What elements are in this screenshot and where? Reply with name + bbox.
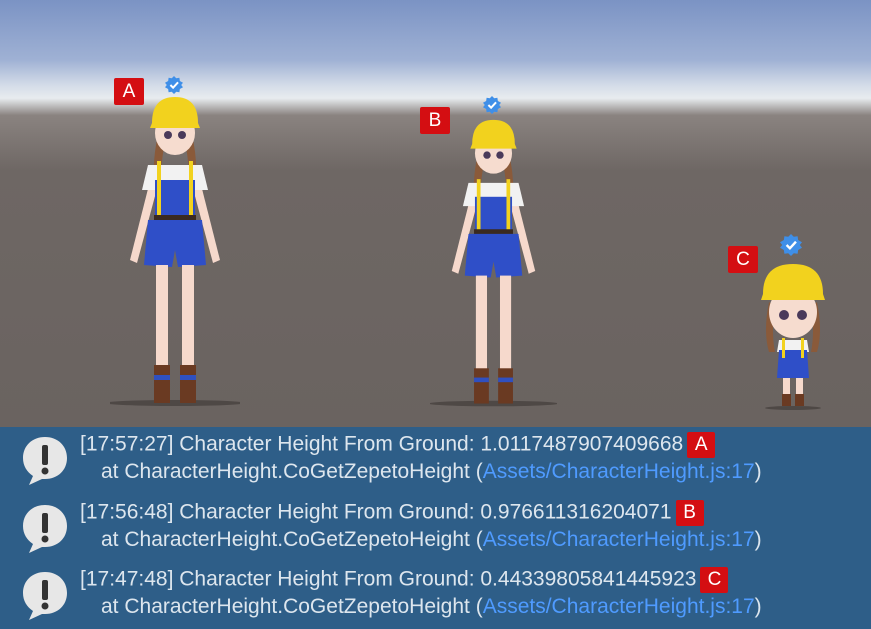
log-tag-c: C (700, 567, 729, 593)
console-log-entry[interactable]: [17:47:48] Character Height From Ground:… (0, 562, 871, 629)
scene-view[interactable]: A B C (0, 0, 871, 427)
log-time: [17:56:48] (80, 500, 174, 524)
trace-link[interactable]: Assets/CharacterHeight.js:17 (483, 460, 755, 483)
trace-prefix: at CharacterHeight.CoGetZepetoHeight ( (101, 528, 483, 551)
trace-suffix: ) (754, 595, 762, 618)
character-b[interactable] (430, 118, 557, 410)
trace-suffix: ) (754, 528, 762, 551)
console-log-entry[interactable]: [17:57:27] Character Height From Ground:… (0, 427, 871, 494)
log-trace: at CharacterHeight.CoGetZepetoHeight (As… (101, 460, 762, 484)
warning-speech-icon (23, 505, 67, 553)
console-log-entry[interactable]: [17:56:48] Character Height From Ground:… (0, 495, 871, 562)
log-time: [17:57:27] (80, 432, 174, 456)
log-text: Character Height From Ground: 1.01174879… (179, 432, 684, 456)
warning-speech-icon (23, 572, 67, 620)
trace-prefix: at CharacterHeight.CoGetZepetoHeight ( (101, 460, 483, 483)
warning-speech-icon (23, 437, 67, 485)
trace-link[interactable]: Assets/CharacterHeight.js:17 (483, 595, 755, 618)
log-message: [17:56:48] Character Height From Ground:… (80, 500, 704, 526)
log-time: [17:47:48] (80, 567, 174, 591)
trace-link[interactable]: Assets/CharacterHeight.js:17 (483, 528, 755, 551)
log-tag-b: B (675, 500, 704, 526)
log-text: Character Height From Ground: 0.97661131… (179, 500, 672, 524)
log-trace: at CharacterHeight.CoGetZepetoHeight (As… (101, 595, 762, 619)
check-badge-icon (165, 76, 183, 94)
trace-prefix: at CharacterHeight.CoGetZepetoHeight ( (101, 595, 483, 618)
trace-suffix: ) (754, 460, 762, 483)
character-c[interactable] (755, 262, 830, 412)
log-message: [17:57:27] Character Height From Ground:… (80, 432, 716, 458)
log-tag-a: A (687, 432, 716, 458)
log-trace: at CharacterHeight.CoGetZepetoHeight (As… (101, 528, 762, 552)
log-message: [17:47:48] Character Height From Ground:… (80, 567, 729, 593)
label-tag-c: C (728, 246, 758, 273)
check-badge-icon (780, 234, 802, 256)
console-panel[interactable]: [17:57:27] Character Height From Ground:… (0, 427, 871, 629)
log-text: Character Height From Ground: 0.44339805… (179, 567, 697, 591)
character-a[interactable] (110, 95, 240, 410)
check-badge-icon (483, 96, 501, 114)
